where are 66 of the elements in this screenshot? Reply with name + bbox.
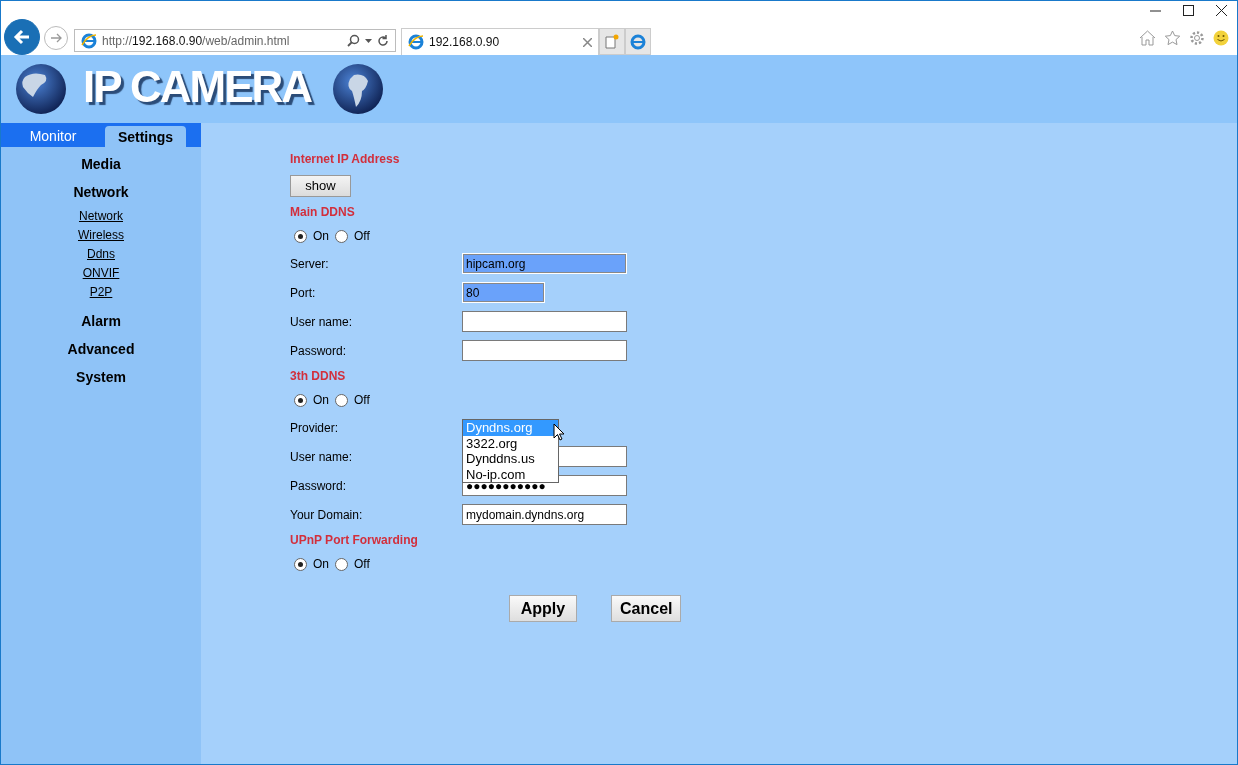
new-page-icon [605, 34, 619, 49]
radio-label: Off [354, 229, 370, 243]
radio-label: On [313, 393, 329, 407]
field-label: Server: [290, 256, 330, 271]
browser-logo-icon [408, 34, 424, 50]
edge-button[interactable] [625, 28, 651, 55]
field-label: User name: [290, 449, 354, 464]
action-button[interactable]: Apply [509, 595, 577, 622]
maximize-icon[interactable] [1183, 5, 1194, 16]
menu-section[interactable]: Alarm [81, 310, 121, 332]
section-title: UPnP Port Forwarding [290, 532, 419, 549]
field-label: Password: [290, 478, 348, 493]
menu-section[interactable]: Media [81, 153, 121, 175]
section-title: Internet IP Address [290, 151, 401, 168]
input-field[interactable]: hipcam.org [462, 253, 627, 274]
menu-link[interactable]: Network [79, 207, 123, 226]
tab-title: 192.168.0.90 [429, 35, 501, 49]
menu-link[interactable]: P2P [89, 283, 113, 302]
menu-section[interactable]: Advanced [67, 338, 135, 360]
radio-label: On [313, 229, 329, 243]
radio-button[interactable] [335, 557, 348, 571]
field-label: Your Domain: [290, 507, 364, 522]
radio-label: Off [354, 393, 370, 407]
browser-logo-icon [81, 32, 97, 49]
smiley-icon[interactable] [1213, 30, 1229, 46]
radio-button[interactable] [294, 229, 307, 243]
radio-button[interactable] [335, 393, 348, 407]
radio-button[interactable] [294, 557, 307, 571]
menu-link[interactable]: Ddns [87, 245, 115, 264]
menu-section[interactable]: Network [73, 181, 129, 203]
globe-icon [332, 63, 385, 115]
input-field[interactable]: 80 [462, 282, 545, 303]
sidebar-tab[interactable]: Settings [105, 126, 186, 147]
star-icon[interactable] [1164, 30, 1181, 46]
globe-icon [15, 63, 67, 115]
action-button[interactable]: Cancel [611, 595, 682, 622]
settings-icon[interactable] [1189, 30, 1205, 46]
back-arrow-icon [12, 27, 32, 47]
url-text: http://192.168.0.90/web/admin.html [102, 33, 291, 48]
section-title: 3th DDNS [290, 368, 347, 385]
input-field[interactable] [462, 311, 627, 332]
field-label: Password: [290, 343, 348, 358]
field-label: User name: [290, 314, 354, 329]
address-bar[interactable]: http://192.168.0.90/web/admin.html [74, 29, 396, 52]
menu-link[interactable]: ONVIF [82, 264, 120, 283]
radio-label: Off [354, 557, 370, 571]
menu-section[interactable]: System [76, 366, 126, 388]
input-field[interactable] [462, 340, 627, 361]
field-label: Provider: [290, 420, 340, 435]
sidebar-tab[interactable]: Monitor [9, 125, 97, 147]
menu-link[interactable]: Wireless [78, 226, 124, 245]
field-label: Port: [290, 285, 317, 300]
section-title: Main DDNS [290, 204, 356, 221]
logo-text: IP CAMERA [83, 61, 313, 113]
caret-icon[interactable] [365, 38, 372, 43]
radio-label: On [313, 557, 329, 571]
radio-button[interactable] [335, 229, 348, 243]
forward-arrow-icon [49, 31, 63, 45]
show-button[interactable]: show [290, 174, 351, 197]
refresh-icon[interactable] [377, 34, 389, 47]
input-field[interactable]: mydomain.dyndns.org [462, 504, 627, 525]
close-icon[interactable] [1216, 5, 1227, 16]
radio-button[interactable] [294, 393, 307, 407]
browser-logo-icon [630, 33, 646, 50]
back-button[interactable] [4, 19, 40, 55]
search-icon[interactable] [347, 34, 360, 47]
